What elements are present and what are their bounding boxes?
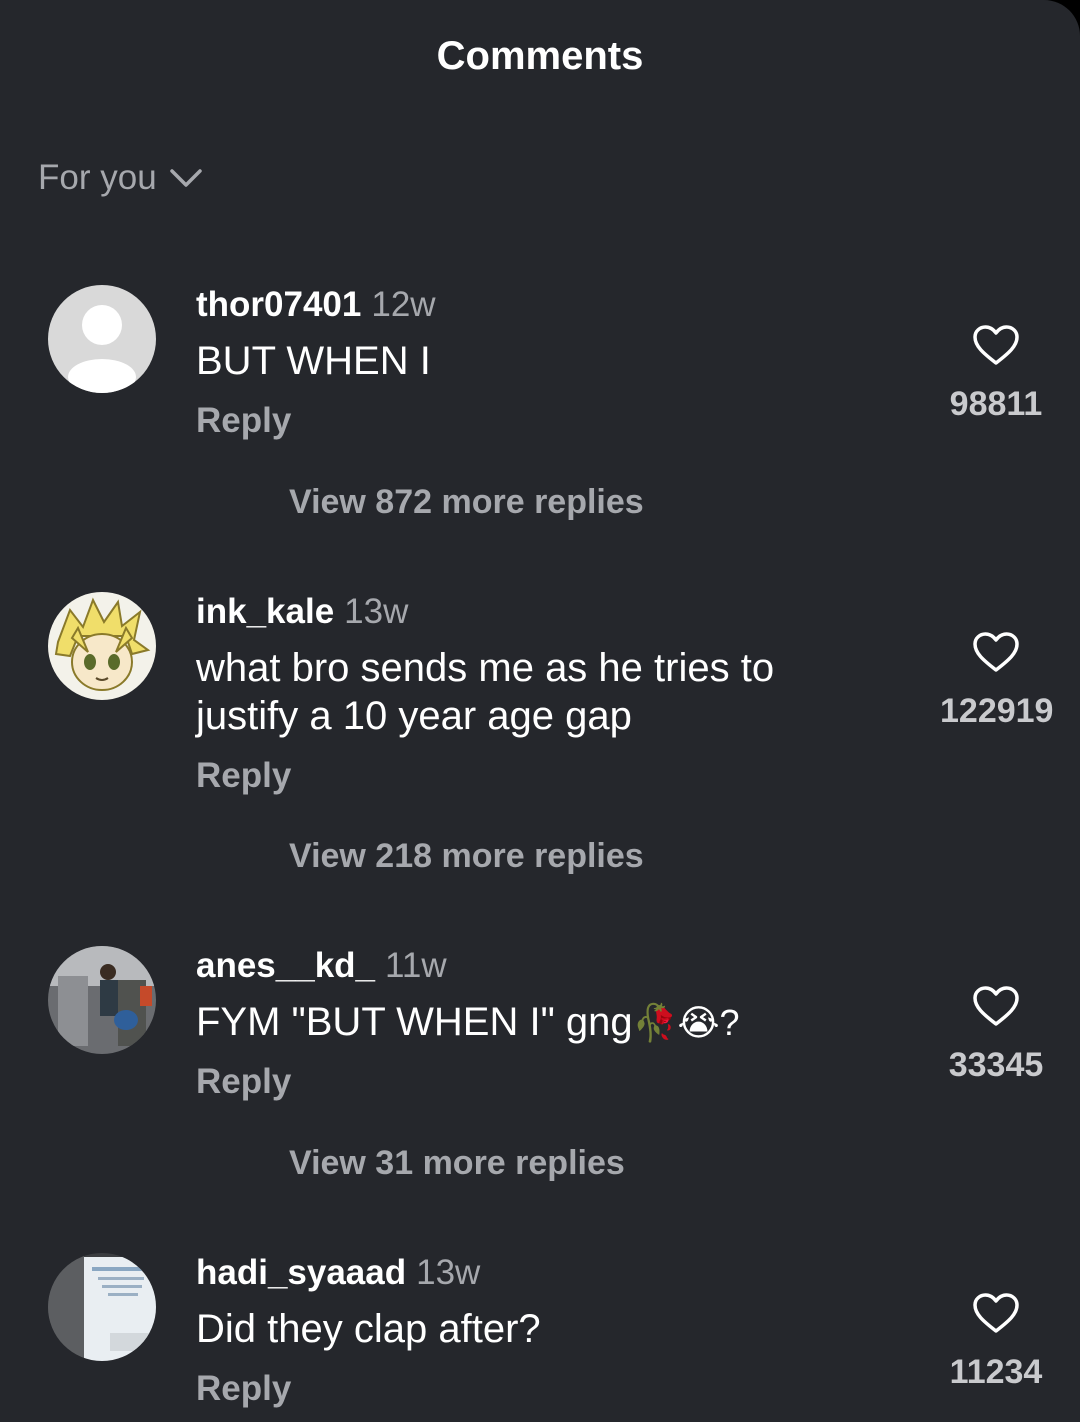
like-button[interactable]: 33345 xyxy=(940,984,1052,1085)
comment-text: what bro sends me as he tries to justify… xyxy=(196,646,775,738)
comments-sheet: Comments For you thor07401 12w BUT WHEN I… xyxy=(0,0,1080,1422)
comment-meta: ink_kale 13w xyxy=(196,592,408,632)
anime-character-avatar-icon xyxy=(48,592,156,700)
default-avatar-icon xyxy=(48,285,156,393)
avatar[interactable] xyxy=(48,285,156,393)
like-count: 98811 xyxy=(949,385,1043,423)
comment-text: Did they clap after? xyxy=(196,1307,541,1351)
heart-icon xyxy=(973,1293,1019,1333)
timestamp: 12w xyxy=(371,285,436,324)
like-count: 122919 xyxy=(940,692,1054,730)
view-more-replies[interactable]: View 872 more replies xyxy=(289,483,644,522)
like-count: 11234 xyxy=(949,1353,1043,1391)
reply-button[interactable]: Reply xyxy=(196,756,291,796)
reply-button[interactable]: Reply xyxy=(196,1062,291,1102)
photo-avatar-icon xyxy=(48,946,156,1054)
comment-meta: hadi_syaaad 13w xyxy=(196,1253,480,1293)
username[interactable]: hadi_syaaad xyxy=(196,1253,406,1292)
view-more-replies[interactable]: View 218 more replies xyxy=(289,837,644,876)
heart-icon xyxy=(973,325,1019,365)
username[interactable]: ink_kale xyxy=(196,592,334,631)
avatar[interactable] xyxy=(48,946,156,1054)
reply-button[interactable]: Reply xyxy=(196,401,291,441)
sort-dropdown[interactable]: For you xyxy=(38,158,203,198)
timestamp: 13w xyxy=(344,592,409,631)
timestamp: 13w xyxy=(416,1253,481,1292)
timestamp: 11w xyxy=(385,946,447,985)
comment-text-body: FYM "BUT WHEN I" gng xyxy=(196,1000,633,1044)
comment-meta: anes__kd_ 11w xyxy=(196,946,447,986)
like-button[interactable]: 122919 xyxy=(940,630,1054,731)
comment-meta: thor07401 12w xyxy=(196,285,436,325)
reply-button[interactable]: Reply xyxy=(196,1369,291,1409)
chevron-down-icon xyxy=(169,169,202,187)
heart-icon xyxy=(973,632,1019,672)
photo-avatar-icon xyxy=(48,1253,156,1361)
username[interactable]: thor07401 xyxy=(196,285,361,324)
comment-text: FYM "BUT WHEN I" gng🥀😭? xyxy=(196,998,896,1047)
view-more-replies[interactable]: View 31 more replies xyxy=(289,1144,625,1183)
username[interactable]: anes__kd_ xyxy=(196,946,375,985)
like-count: 33345 xyxy=(948,1046,1044,1084)
comment-text: BUT WHEN I xyxy=(196,339,431,383)
avatar[interactable] xyxy=(48,592,156,700)
avatar[interactable] xyxy=(48,1253,156,1361)
page-title: Comments xyxy=(436,34,644,78)
comment-text-emoji: 🥀😭? xyxy=(632,1002,740,1043)
heart-icon xyxy=(973,986,1019,1026)
like-button[interactable]: 98811 xyxy=(940,323,1052,424)
like-button[interactable]: 11234 xyxy=(940,1291,1052,1392)
sort-label: For you xyxy=(38,158,157,197)
